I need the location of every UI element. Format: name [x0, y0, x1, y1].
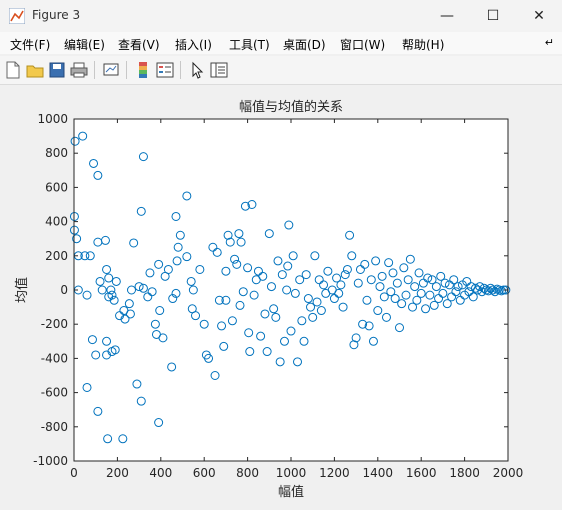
y-tick-label: -600 — [41, 386, 68, 400]
figure-canvas: 幅值与均值的关系 0 200 400 600 800 1000 1200 1400 1600 18… — [0, 85, 562, 507]
matlab-figure-icon — [9, 8, 25, 24]
close-icon: ✕ — [533, 8, 545, 24]
toolbar-separator — [126, 61, 127, 79]
menu-help[interactable]: 帮助(H) — [402, 36, 444, 53]
toolbar-separator — [180, 61, 181, 79]
print-icon[interactable] — [70, 61, 88, 79]
x-tick-label: 0 — [70, 466, 78, 480]
pointer-icon[interactable] — [188, 61, 206, 79]
y-axis-label: 均值 — [14, 277, 30, 303]
new-figure-icon[interactable] — [4, 61, 22, 79]
window-title: Figure 3 — [32, 8, 81, 22]
minimize-button[interactable]: — — [424, 0, 470, 32]
x-tick-label: 1600 — [406, 466, 437, 480]
y-tick-label: -200 — [41, 317, 68, 331]
y-tick-label: 400 — [45, 215, 68, 229]
y-tick-label: -800 — [41, 420, 68, 434]
menu-overflow-icon[interactable]: ↵ — [545, 36, 554, 49]
window-titlebar: Figure 3 — ☐ ✕ — [0, 0, 562, 32]
y-tick-label: -400 — [41, 351, 68, 365]
save-icon[interactable] — [48, 61, 66, 79]
y-tick-label: 200 — [45, 249, 68, 263]
figure-toolbar — [0, 56, 562, 85]
x-tick-label: 1200 — [319, 466, 350, 480]
menu-window[interactable]: 窗口(W) — [340, 36, 385, 53]
link-plot-icon[interactable] — [102, 61, 120, 79]
x-tick-label: 400 — [149, 466, 172, 480]
menu-view[interactable]: 查看(V) — [118, 36, 160, 53]
scatter-chart[interactable]: 幅值与均值的关系 0 200 400 600 800 1000 1200 1400 1600 18… — [0, 85, 562, 507]
x-tick-label: 1400 — [363, 466, 394, 480]
y-tick-label: 600 — [45, 180, 68, 194]
x-tick-label: 200 — [106, 466, 129, 480]
x-axis-label: 幅值 — [278, 484, 304, 500]
maximize-button[interactable]: ☐ — [470, 0, 516, 32]
chart-title: 幅值与均值的关系 — [239, 99, 343, 115]
menu-edit[interactable]: 编辑(E) — [64, 36, 105, 53]
legend-icon[interactable] — [156, 61, 174, 79]
y-tick-label: 0 — [60, 283, 68, 297]
menu-bar: 文件(F) 编辑(E) 查看(V) 插入(I) 工具(T) 桌面(D) 窗口(W… — [0, 32, 562, 54]
menu-desktop[interactable]: 桌面(D) — [283, 36, 326, 53]
menu-insert[interactable]: 插入(I) — [175, 36, 212, 53]
x-tick-label: 800 — [236, 466, 259, 480]
x-tick-label: 1800 — [449, 466, 480, 480]
menu-file[interactable]: 文件(F) — [10, 36, 50, 53]
property-inspector-icon[interactable] — [210, 61, 228, 79]
maximize-icon: ☐ — [486, 8, 500, 24]
x-tick-label: 600 — [193, 466, 216, 480]
y-tick-label: 800 — [45, 146, 68, 160]
colorbar-icon[interactable] — [134, 61, 152, 79]
toolbar-separator — [94, 61, 95, 79]
open-file-icon[interactable] — [26, 61, 44, 79]
x-tick-label: 2000 — [493, 466, 524, 480]
minimize-icon: — — [440, 8, 454, 24]
y-tick-label: -1000 — [33, 454, 68, 468]
menu-tools[interactable]: 工具(T) — [229, 36, 270, 53]
y-tick-label: 1000 — [37, 112, 68, 126]
x-tick-label: 1000 — [276, 466, 307, 480]
close-button[interactable]: ✕ — [516, 0, 562, 32]
